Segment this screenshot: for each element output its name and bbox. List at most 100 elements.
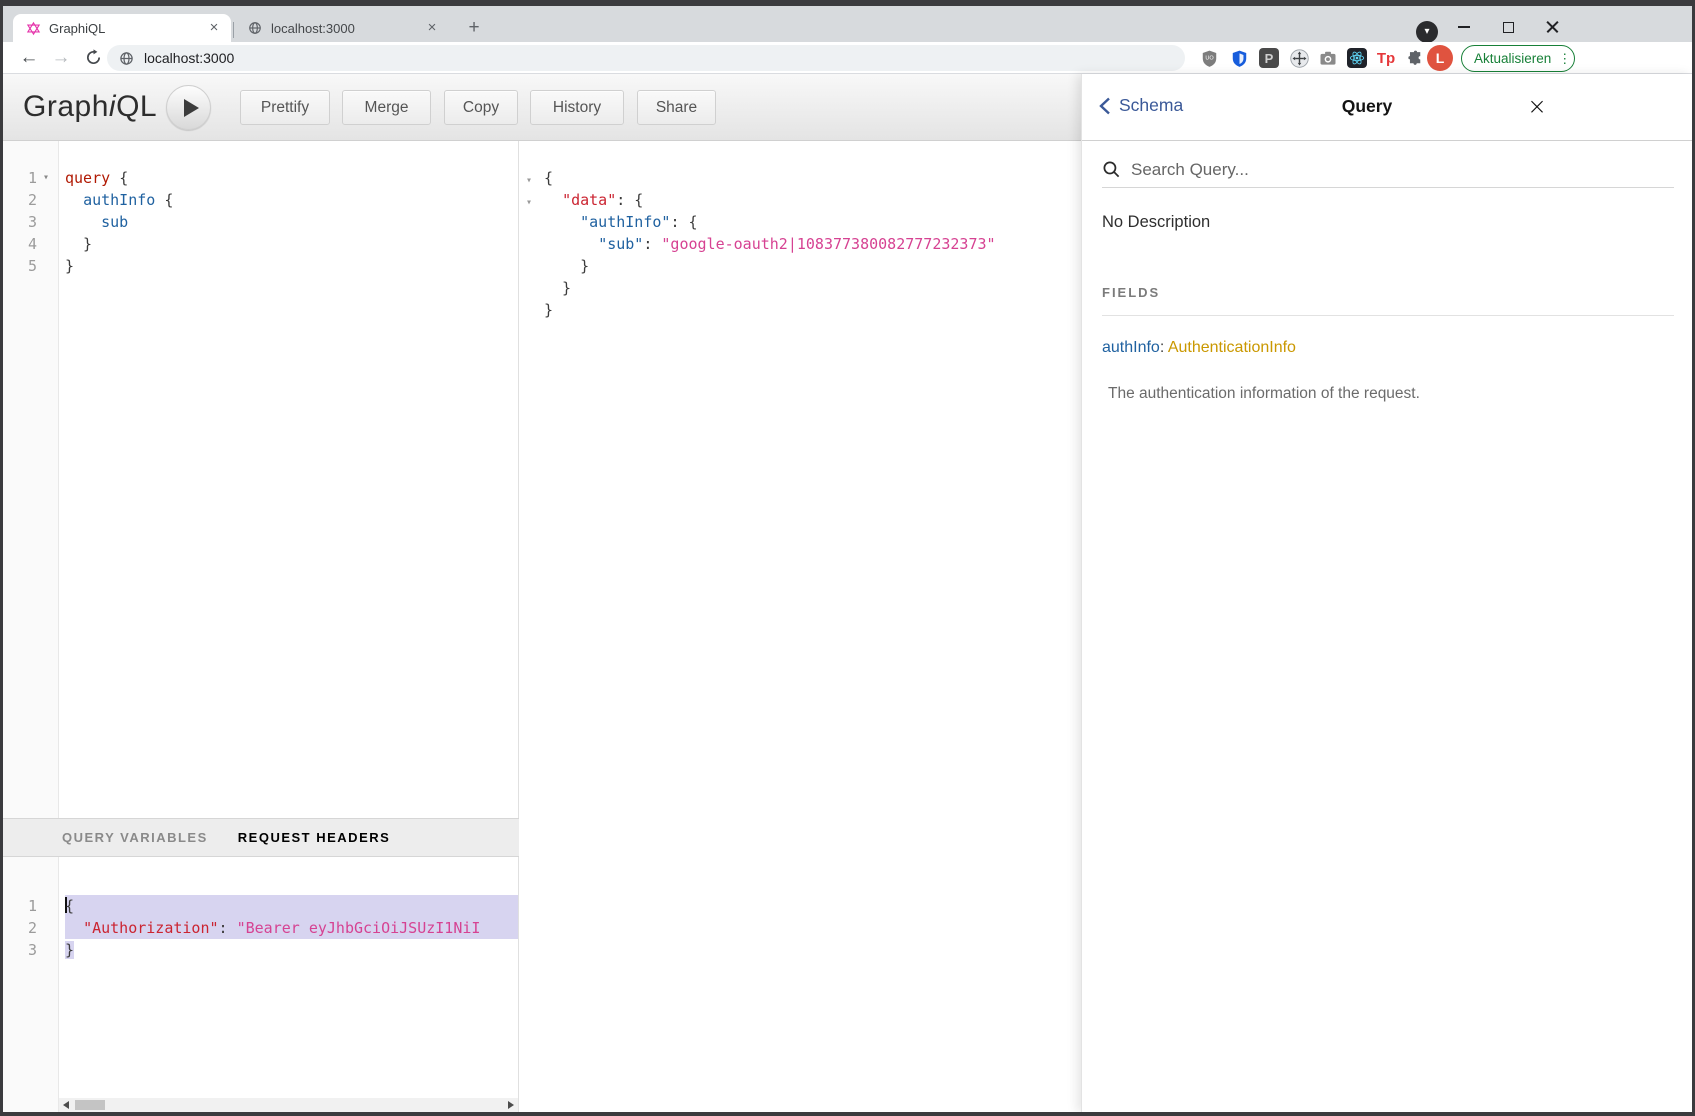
tab-close-icon[interactable]: × — [423, 19, 441, 37]
back-button[interactable]: ← — [15, 44, 43, 72]
gutter-row: 3 — [3, 211, 58, 233]
doc-explorer-panel: Schema Query × No Description FIELDS aut… — [1081, 74, 1692, 1112]
update-label: Aktualisieren — [1474, 51, 1551, 66]
address-bar[interactable]: localhost:3000 — [107, 45, 1185, 71]
maximize-icon — [1503, 22, 1514, 33]
play-icon — [184, 99, 199, 117]
code-line: } — [526, 299, 1074, 321]
globe-icon — [119, 51, 134, 66]
code-line: } — [526, 255, 1074, 277]
chrome-update-button[interactable]: Aktualisieren ⋮ — [1461, 45, 1575, 72]
fold-arrow-icon[interactable] — [37, 895, 55, 917]
code-line: ▾ "data": { — [526, 189, 1074, 211]
reload-button[interactable] — [79, 44, 107, 72]
profile-avatar[interactable]: L — [1427, 45, 1453, 71]
fields-divider — [1102, 315, 1674, 316]
forward-button[interactable]: → — [47, 44, 75, 72]
code-line: authInfo { — [65, 189, 518, 211]
doc-no-description: No Description — [1102, 213, 1210, 232]
tp-extension-icon[interactable]: Tp — [1373, 45, 1399, 71]
doc-field-row: authInfo: AuthenticationInfo — [1102, 339, 1296, 357]
fold-arrow-icon[interactable] — [37, 917, 55, 939]
scroll-left-arrow-icon[interactable] — [59, 1098, 73, 1112]
close-icon — [1546, 21, 1559, 34]
window-frame-top — [0, 0, 1695, 6]
extensions-puzzle-icon[interactable] — [1402, 45, 1428, 71]
bitwarden-extension-icon[interactable] — [1226, 45, 1252, 71]
execute-query-button[interactable] — [166, 85, 211, 130]
tab-query-variables[interactable]: QUERY VARIABLES — [62, 830, 208, 845]
move-crosshair-extension-icon[interactable] — [1286, 45, 1312, 71]
window-frame-left — [0, 0, 3, 1116]
line-number-gutter: 123 — [3, 857, 59, 1112]
fold-arrow-icon[interactable] — [37, 189, 55, 211]
graphiql-logo: GraphiQL — [23, 90, 157, 124]
menu-dots-icon[interactable]: ⋮ — [1558, 55, 1568, 63]
history-button[interactable]: History — [530, 90, 624, 125]
scroll-right-arrow-icon[interactable] — [504, 1098, 518, 1112]
code-area[interactable]: ▾{▾ "data": { "authInfo": { "sub": "goog… — [524, 141, 1074, 321]
screenshot-camera-extension-icon[interactable] — [1315, 45, 1341, 71]
doc-close-button[interactable]: × — [1522, 92, 1552, 122]
fold-arrow-icon[interactable] — [37, 939, 55, 961]
code-line: } — [65, 233, 518, 255]
graphiql-favicon-icon — [25, 20, 41, 36]
doc-explorer-header: Schema Query × — [1082, 74, 1693, 141]
code-line: } — [65, 939, 518, 961]
window-close-button[interactable] — [1531, 12, 1573, 42]
tab-request-headers[interactable]: REQUEST HEADERS — [238, 830, 391, 845]
gutter-row: 3 — [3, 939, 58, 961]
doc-search-input[interactable] — [1131, 160, 1611, 180]
gutter-row: 4 — [3, 233, 58, 255]
code-area[interactable]: { "Authorization": "Bearer eyJhbGciOiJSU… — [59, 857, 518, 1112]
react-devtools-extension-icon[interactable] — [1344, 45, 1370, 71]
fold-arrow-icon[interactable] — [37, 211, 55, 233]
secondary-editor-tabbar: QUERY VARIABLES REQUEST HEADERS — [3, 818, 519, 857]
gutter-row: 1 — [3, 895, 58, 917]
p-extension-icon[interactable]: P — [1256, 45, 1282, 71]
code-line: sub — [65, 211, 518, 233]
code-line: } — [526, 277, 1074, 299]
code-line: query { — [65, 167, 518, 189]
share-button[interactable]: Share — [637, 90, 716, 125]
code-line: } — [65, 255, 518, 277]
code-line: { — [65, 895, 518, 917]
code-line: "authInfo": { — [526, 211, 1074, 233]
field-type-link[interactable]: AuthenticationInfo — [1168, 339, 1296, 356]
window-frame-bottom — [0, 1112, 1695, 1116]
minimize-icon — [1458, 26, 1470, 28]
request-headers-editor[interactable]: 123{ "Authorization": "Bearer eyJhbGciOi… — [3, 857, 518, 1112]
fold-arrow-icon[interactable] — [37, 233, 55, 255]
response-panel: ▾{▾ "data": { "authInfo": { "sub": "goog… — [520, 141, 1081, 1112]
left-editor-column: 1▾2345query { authInfo { sub }} QUERY VA… — [3, 141, 519, 1112]
horizontal-scrollbar[interactable] — [59, 1098, 518, 1112]
query-editor[interactable]: 1▾2345query { authInfo { sub }} — [3, 141, 518, 818]
new-tab-button[interactable]: + — [461, 16, 487, 42]
window-maximize-button[interactable] — [1487, 12, 1529, 42]
tab-close-icon[interactable]: × — [205, 19, 223, 37]
gutter-row: 2 — [3, 189, 58, 211]
response-viewer[interactable]: ▾{▾ "data": { "authInfo": { "sub": "goog… — [524, 141, 1074, 321]
url-text: localhost:3000 — [144, 50, 234, 66]
browser-tab-strip: GraphiQL × localhost:3000 × + ▾ — [3, 6, 1692, 42]
scrollbar-thumb[interactable] — [75, 1100, 105, 1110]
merge-button[interactable]: Merge — [342, 90, 431, 125]
fold-arrow-icon[interactable]: ▾ — [37, 167, 55, 189]
doc-search-box[interactable] — [1102, 152, 1674, 188]
copy-button[interactable]: Copy — [444, 90, 518, 125]
tab-separator — [233, 22, 234, 38]
code-line: "Authorization": "Bearer eyJhbGciOiJSUzI… — [65, 917, 518, 939]
tab-graphiql[interactable]: GraphiQL × — [13, 14, 231, 42]
tab-search-button[interactable]: ▾ — [1416, 21, 1438, 43]
fold-arrow-icon[interactable] — [37, 255, 55, 277]
tab-localhost[interactable]: localhost:3000 × — [235, 14, 449, 42]
gutter-row: 5 — [3, 255, 58, 277]
code-area[interactable]: query { authInfo { sub }} — [59, 141, 518, 818]
ublock-extension-icon[interactable]: UO — [1196, 45, 1222, 71]
gutter-row: 2 — [3, 917, 58, 939]
doc-fields-label: FIELDS — [1102, 285, 1160, 300]
gutter-row: 1▾ — [3, 167, 58, 189]
window-minimize-button[interactable] — [1443, 12, 1485, 42]
field-name-link[interactable]: authInfo — [1102, 339, 1160, 356]
prettify-button[interactable]: Prettify — [240, 90, 330, 125]
